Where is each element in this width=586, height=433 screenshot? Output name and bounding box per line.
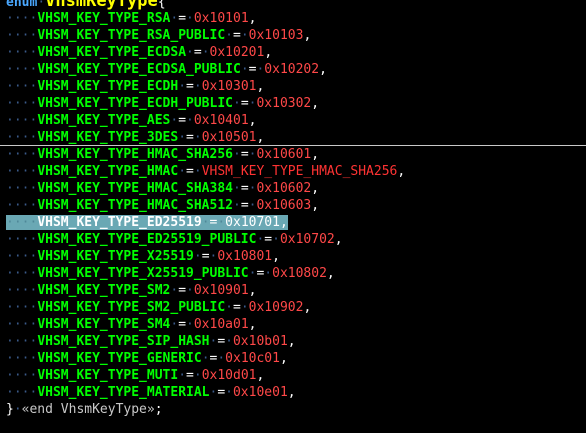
enum-entry-line: ····VHSM_KEY_TYPE_MATERIAL·=·0x10e01, xyxy=(6,385,296,400)
enum-member-value: VHSM_KEY_TYPE_HMAC_SHA256 xyxy=(201,164,398,179)
enum-entry-line: ····VHSM_KEY_TYPE_HMAC_SHA384·=·0x10602, xyxy=(6,181,320,196)
enum-member-name: VHSM_KEY_TYPE_X25519 xyxy=(37,249,194,264)
enum-member-name: VHSM_KEY_TYPE_HMAC_SHA512 xyxy=(37,198,233,213)
selection-highlight: ····VHSM_KEY_TYPE_ED25519·=·0x10701, xyxy=(6,215,288,230)
enum-member-value: 0x10902 xyxy=(248,300,304,315)
enum-entry-line: ····VHSM_KEY_TYPE_ECDH_PUBLIC·=·0x10302, xyxy=(6,96,320,111)
enum-member-name: VHSM_KEY_TYPE_SM2 xyxy=(37,283,171,298)
enum-member-name: VHSM_KEY_TYPE_SM4 xyxy=(37,317,171,332)
enum-member-name: VHSM_KEY_TYPE_X25519_PUBLIC xyxy=(37,266,249,281)
enum-entry-line: ····VHSM_KEY_TYPE_ED25519_PUBLIC·=·0x107… xyxy=(6,232,343,247)
enum-entry-line: ····VHSM_KEY_TYPE_AES·=·0x10401, xyxy=(6,113,257,128)
enum-entry-line: ····VHSM_KEY_TYPE_ECDH·=·0x10301, xyxy=(6,79,265,94)
enum-entry-line: ····VHSM_KEY_TYPE_SM2·=·0x10901, xyxy=(6,283,257,298)
enum-member-value: 0x10801 xyxy=(217,249,273,264)
enum-member-value: 0x10d01 xyxy=(201,368,257,383)
enum-member-name: VHSM_KEY_TYPE_GENERIC xyxy=(37,351,202,366)
enum-member-value: 0x10301 xyxy=(201,79,257,94)
enum-declaration-line: enum·VhsmKeyType{ xyxy=(0,0,586,10)
enum-member-value: 0x10a01 xyxy=(193,317,249,332)
enum-entry-line: ····VHSM_KEY_TYPE_X25519_PUBLIC·=·0x1080… xyxy=(6,266,335,281)
enum-member-value: 0x10702 xyxy=(279,232,335,247)
enum-member-name: VHSM_KEY_TYPE_RSA xyxy=(37,11,171,26)
end-comment: «end VhsmKeyType» xyxy=(21,402,155,417)
enum-entry-line: ····VHSM_KEY_TYPE_SM4·=·0x10a01, xyxy=(6,317,257,332)
enum-member-value: 0x10302 xyxy=(256,96,312,111)
enum-entry-line: ····VHSM_KEY_TYPE_X25519·=·0x10801, xyxy=(6,249,280,264)
enum-member-value: 0x10b01 xyxy=(232,334,288,349)
enum-member-name: VHSM_KEY_TYPE_HMAC_SHA384 xyxy=(37,181,233,196)
open-brace: { xyxy=(157,0,166,10)
enum-member-name: VHSM_KEY_TYPE_3DES xyxy=(37,130,179,145)
enum-entry-line: ····VHSM_KEY_TYPE_MUTI·=·0x10d01, xyxy=(6,368,265,383)
enum-member-value: 0x10603 xyxy=(256,198,312,213)
enum-member-value: 0x10103 xyxy=(248,28,304,43)
enum-member-name: VHSM_KEY_TYPE_ED25519_PUBLIC xyxy=(37,232,257,247)
enum-entry-line: ····VHSM_KEY_TYPE_ECDSA_PUBLIC·=·0x10202… xyxy=(6,62,327,77)
enum-entry-line: ····VHSM_KEY_TYPE_RSA·=·0x10101, xyxy=(6,11,257,26)
enum-member-value: 0x10802 xyxy=(272,266,327,281)
enum-member-value: 0x10501 xyxy=(201,130,257,145)
enum-member-name: VHSM_KEY_TYPE_HMAC xyxy=(37,164,179,179)
close-brace: } xyxy=(6,402,14,417)
enum-closing-line: }·«end VhsmKeyType»; xyxy=(6,402,163,417)
enum-entries: ····VHSM_KEY_TYPE_RSA·=·0x10101, ····VHSM… xyxy=(0,10,586,401)
enum-entry-line: ····VHSM_KEY_TYPE_ED25519·=·0x10701, xyxy=(0,214,586,231)
enum-keyword: enum xyxy=(6,0,38,10)
enum-member-value: 0x10401 xyxy=(193,113,249,128)
enum-entry-line: ····VHSM_KEY_TYPE_RSA_PUBLIC·=·0x10103, xyxy=(6,28,312,43)
enum-member-value: 0x10101 xyxy=(193,11,249,26)
enum-entry-line: ····VHSM_KEY_TYPE_HMAC_SHA512·=·0x10603, xyxy=(6,198,320,213)
enum-member-name: VHSM_KEY_TYPE_MUTI xyxy=(37,368,179,383)
enum-member-value: 0x10202 xyxy=(264,62,320,77)
enum-member-value: 0x10901 xyxy=(193,283,249,298)
enum-member-name: VHSM_KEY_TYPE_RSA_PUBLIC xyxy=(37,28,226,43)
enum-member-name: VHSM_KEY_TYPE_MATERIAL xyxy=(37,385,210,400)
enum-entry-line: ····VHSM_KEY_TYPE_ECDSA·=·0x10201, xyxy=(6,45,273,60)
code-editor[interactable]: enum·VhsmKeyType{ ····VHSM_KEY_TYPE_RSA·… xyxy=(0,0,586,418)
enum-member-value: 0x10701 xyxy=(225,215,280,230)
enum-member-value: 0x10602 xyxy=(256,181,312,196)
enum-member-value: 0x10601 xyxy=(256,147,312,162)
enum-member-name: VHSM_KEY_TYPE_ED25519 xyxy=(37,215,202,230)
enum-entry-line: ····VHSM_KEY_TYPE_HMAC·=·VHSM_KEY_TYPE_H… xyxy=(6,164,406,179)
enum-member-value: 0x10201 xyxy=(209,45,265,60)
enum-member-value: 0x10c01 xyxy=(225,351,280,366)
enum-entry-line: ····VHSM_KEY_TYPE_HMAC_SHA256·=·0x10601, xyxy=(0,145,586,163)
enum-entry-line: ····VHSM_KEY_TYPE_SIP_HASH·=·0x10b01, xyxy=(6,334,296,349)
semicolon: ; xyxy=(154,402,163,417)
enum-member-name: VHSM_KEY_TYPE_AES xyxy=(37,113,171,128)
enum-member-name: VHSM_KEY_TYPE_ECDH_PUBLIC xyxy=(37,96,233,111)
enum-member-name: VHSM_KEY_TYPE_ECDH xyxy=(37,79,179,94)
enum-member-name: VHSM_KEY_TYPE_SIP_HASH xyxy=(37,334,210,349)
enum-member-name: VHSM_KEY_TYPE_ECDSA xyxy=(37,45,187,60)
enum-member-name: VHSM_KEY_TYPE_HMAC_SHA256 xyxy=(37,147,233,162)
enum-entry-line: ····VHSM_KEY_TYPE_3DES·=·0x10501, xyxy=(6,130,265,145)
enum-entry-line: ····VHSM_KEY_TYPE_GENERIC·=·0x10c01, xyxy=(6,351,288,366)
enum-member-name: VHSM_KEY_TYPE_ECDSA_PUBLIC xyxy=(37,62,241,77)
enum-member-value: 0x10e01 xyxy=(232,385,288,400)
enum-member-name: VHSM_KEY_TYPE_SM2_PUBLIC xyxy=(37,300,226,315)
enum-entry-line: ····VHSM_KEY_TYPE_SM2_PUBLIC·=·0x10902, xyxy=(6,300,312,315)
